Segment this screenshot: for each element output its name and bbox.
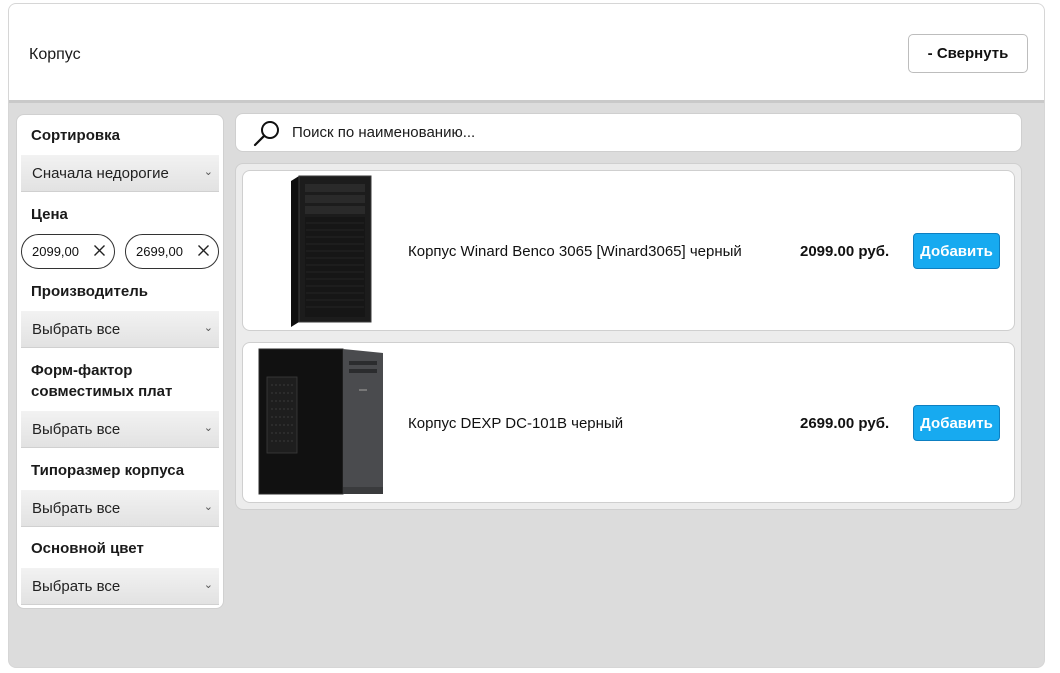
page-title: Корпус <box>29 46 81 63</box>
chevron-down-icon: ⌄ <box>203 501 213 513</box>
product-card: Корпус DEXP DC-101B черный 2699.00 руб. … <box>242 342 1015 503</box>
close-icon[interactable] <box>196 243 211 258</box>
form-factor-label-line2: совместимых плат <box>31 383 173 400</box>
color-select[interactable]: Выбрать все ⌄ <box>21 568 219 605</box>
price-max-value: 2699,00 <box>136 244 183 259</box>
case-size-select-value: Выбрать все <box>32 499 121 517</box>
product-price: 2099.00 руб. <box>800 243 890 260</box>
manufacturer-label: Производитель <box>31 283 148 300</box>
chevron-down-icon: ⌄ <box>203 322 213 334</box>
form-factor-select-value: Выбрать все <box>32 420 121 438</box>
price-max-input[interactable]: 2699,00 <box>125 234 219 269</box>
product-name: Корпус DEXP DC-101B черный <box>408 415 624 432</box>
product-price: 2699.00 руб. <box>800 415 890 432</box>
sort-select-value: Сначала недорогие <box>32 164 169 182</box>
filter-sidebar: Сортировка Сначала недорогие ⌄ Цена 2099… <box>16 114 224 609</box>
color-select-value: Выбрать все <box>32 577 121 595</box>
search-bar <box>235 113 1022 152</box>
product-list: Корпус Winard Benco 3065 [Winard3065] че… <box>235 163 1022 510</box>
product-card: Корпус Winard Benco 3065 [Winard3065] че… <box>242 170 1015 331</box>
manufacturer-select[interactable]: Выбрать все ⌄ <box>21 311 219 348</box>
price-min-value: 2099,00 <box>32 244 79 259</box>
collapse-button[interactable]: - Свернуть <box>908 34 1028 73</box>
case-size-select[interactable]: Выбрать все ⌄ <box>21 490 219 527</box>
color-label: Основной цвет <box>31 540 144 557</box>
product-image <box>258 348 383 495</box>
product-image <box>291 175 372 327</box>
chevron-down-icon: ⌄ <box>203 579 213 591</box>
sort-label: Сортировка <box>31 127 120 144</box>
header: Корпус - Свернуть <box>9 4 1044 103</box>
add-to-cart-button[interactable]: Добавить <box>913 233 1000 269</box>
search-icon <box>253 121 279 147</box>
add-to-cart-button[interactable]: Добавить <box>913 405 1000 441</box>
chevron-down-icon: ⌄ <box>203 422 213 434</box>
chevron-down-icon: ⌄ <box>203 166 213 178</box>
search-input[interactable] <box>292 114 992 151</box>
price-min-input[interactable]: 2099,00 <box>21 234 115 269</box>
form-factor-select[interactable]: Выбрать все ⌄ <box>21 411 219 448</box>
sort-select[interactable]: Сначала недорогие ⌄ <box>21 155 219 192</box>
case-size-label: Типоразмер корпуса <box>31 462 185 479</box>
product-name: Корпус Winard Benco 3065 [Winard3065] че… <box>408 243 742 260</box>
form-factor-label-line1: Форм-фактор <box>31 362 133 379</box>
close-icon[interactable] <box>92 243 107 258</box>
manufacturer-select-value: Выбрать все <box>32 320 121 338</box>
catalog-window: Корпус - Свернуть Сортировка Сначала нед… <box>8 3 1045 668</box>
price-label: Цена <box>31 206 68 223</box>
